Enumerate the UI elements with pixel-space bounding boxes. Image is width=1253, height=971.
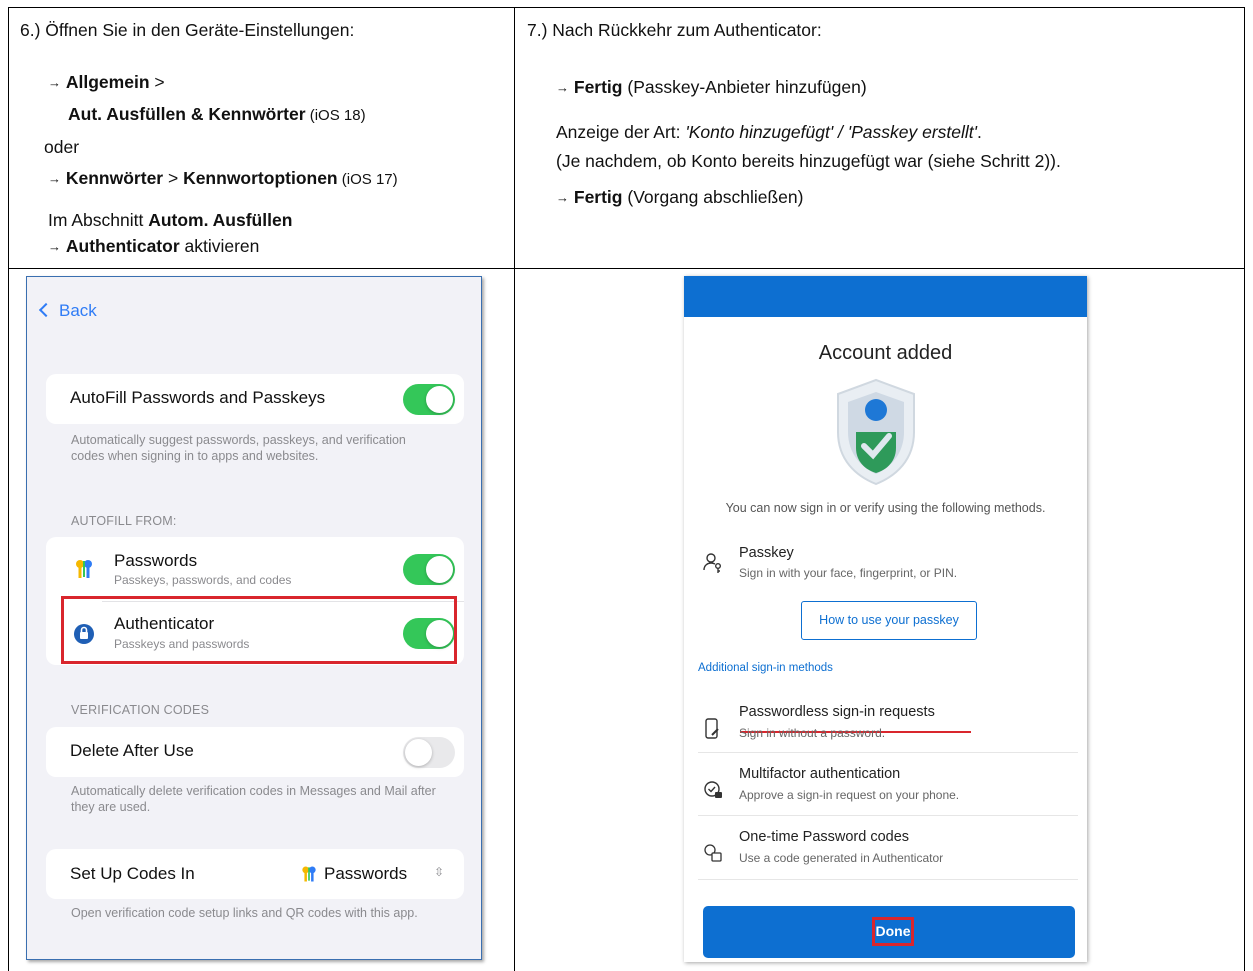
methods-description: You can now sign in or verify using the …: [725, 501, 1046, 515]
step6-line4: Im Abschnitt Autom. Ausfüllen: [48, 210, 293, 230]
step6-line3: → Kennwörter > Kennwortoptionen (iOS 17): [48, 168, 398, 188]
step7-heading: 7.) Nach Rückkehr zum Authenticator:: [527, 20, 822, 40]
passkey-icon: [703, 553, 721, 573]
step7-line1: → Fertig (Passkey-Anbieter hinzufügen): [556, 77, 867, 97]
step7-line2: Anzeige der Art: 'Konto hinzugefügt' / '…: [556, 122, 982, 142]
ios-settings-screenshot: Back AutoFill Passwords and Passkeys Aut…: [26, 276, 482, 960]
account-added-title: Account added: [818, 342, 953, 364]
autofill-group: AutoFill Passwords and Passkeys: [46, 374, 464, 424]
setup-codes-value: Passwords: [324, 864, 408, 883]
done-button[interactable]: Done: [703, 906, 1075, 958]
setup-footer: Open verification code setup links and Q…: [71, 906, 418, 920]
method-subtitle: Approve a sign-in request on your phone.: [739, 788, 960, 802]
shield-check-icon: [837, 378, 915, 486]
provider-title: Passwords: [114, 551, 198, 570]
delete-after-use-toggle[interactable]: [403, 737, 455, 768]
delete-footer: Automatically delete verification codes …: [71, 784, 436, 814]
divider: [698, 879, 1078, 880]
how-to-use-passkey-button[interactable]: How to use your passkey: [801, 601, 977, 640]
verification-codes-header: VERIFICATION CODES: [71, 703, 210, 717]
setup-group[interactable]: Set Up Codes In Passwords ⇳: [46, 849, 464, 899]
back-button[interactable]: Back: [38, 301, 97, 321]
step7-line3: (Je nachdem, ob Konto bereits hinzugefüg…: [556, 151, 1061, 171]
table-border-center: [514, 7, 515, 971]
step6-oder: oder: [44, 137, 80, 157]
mfa-icon: [704, 781, 722, 798]
passwords-app-icon: [302, 866, 316, 882]
method-subtitle: Use a code generated in Authenticator: [739, 851, 944, 865]
divider: [698, 815, 1078, 816]
done-label: Done: [872, 917, 914, 946]
method-subtitle: Sign in without a password.: [739, 726, 886, 740]
table-border-right: [1244, 7, 1245, 971]
method-title: One-time Password codes: [739, 829, 910, 845]
step6-heading: 6.) Öffnen Sie in den Geräte-Einstellung…: [20, 20, 355, 40]
autofill-footer: Automatically suggest passwords, passkey…: [71, 433, 406, 463]
otp-codes-icon: [704, 844, 722, 862]
chevron-up-down-icon: ⇳: [434, 865, 445, 879]
method-title: Multifactor authentication: [739, 766, 901, 782]
app-top-bar: [684, 276, 1087, 317]
step6-line5: → Authenticator aktivieren: [48, 236, 260, 256]
passwords-toggle[interactable]: [403, 554, 455, 585]
method-title: Passwordless sign-in requests: [739, 704, 935, 720]
phone-sign-in-icon: [705, 718, 719, 739]
step6-line1: → Allgemein >: [48, 72, 165, 92]
passwords-app-icon: [76, 560, 92, 578]
delete-after-use-label: Delete After Use: [70, 741, 194, 760]
additional-methods-header: Additional sign-in methods: [698, 662, 833, 674]
table-border-middle: [8, 268, 1245, 269]
setup-codes-label: Set Up Codes In: [70, 864, 195, 883]
passkey-title: Passkey: [739, 545, 794, 561]
provider-subtitle: Passkeys, passwords, and codes: [114, 573, 292, 587]
authenticator-screenshot: Account added You can now sign in or ver…: [684, 276, 1087, 962]
delete-group: Delete After Use: [46, 727, 464, 777]
table-border-top: [8, 7, 1245, 8]
divider: [698, 752, 1078, 753]
chevron-left-icon: [38, 302, 54, 318]
step6-line2: Aut. Ausfüllen & Kennwörter (iOS 18): [68, 104, 366, 124]
step7-line4: → Fertig (Vorgang abschließen): [556, 187, 804, 207]
autofill-from-header: AUTOFILL FROM:: [71, 514, 177, 528]
passkey-subtitle: Sign in with your face, fingerprint, or …: [739, 566, 958, 580]
provider-row-passwords[interactable]: Passwords Passkeys, passwords, and codes: [46, 537, 464, 601]
autofill-label: AutoFill Passwords and Passkeys: [70, 388, 326, 407]
authenticator-highlight-box: [61, 596, 457, 664]
autofill-toggle[interactable]: [403, 384, 455, 415]
table-border-left: [8, 7, 9, 971]
